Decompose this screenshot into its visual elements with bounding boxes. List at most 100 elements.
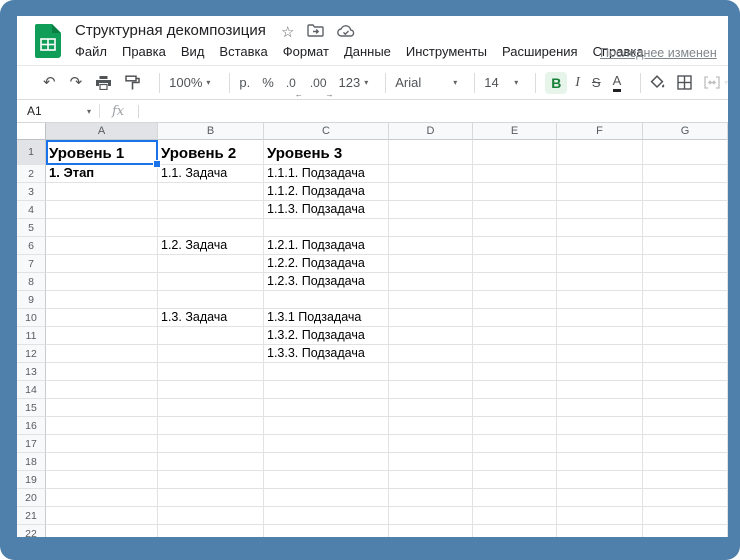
cell-E18[interactable] bbox=[473, 453, 557, 471]
cell-F1[interactable] bbox=[557, 140, 643, 165]
cell-E8[interactable] bbox=[473, 273, 557, 291]
cell-B4[interactable] bbox=[158, 201, 264, 219]
row-header-7[interactable]: 7 bbox=[17, 255, 46, 273]
menu-view[interactable]: Вид bbox=[181, 44, 205, 59]
cell-G6[interactable] bbox=[643, 237, 728, 255]
cell-G20[interactable] bbox=[643, 489, 728, 507]
print-button[interactable] bbox=[96, 71, 111, 95]
cell-A18[interactable] bbox=[46, 453, 158, 471]
cell-A15[interactable] bbox=[46, 399, 158, 417]
cell-B18[interactable] bbox=[158, 453, 264, 471]
cell-F12[interactable] bbox=[557, 345, 643, 363]
cell-D21[interactable] bbox=[389, 507, 473, 525]
cell-G15[interactable] bbox=[643, 399, 728, 417]
cell-E11[interactable] bbox=[473, 327, 557, 345]
bold-button[interactable]: B bbox=[545, 72, 567, 94]
menu-file[interactable]: Файл bbox=[75, 44, 107, 59]
cell-D20[interactable] bbox=[389, 489, 473, 507]
cell-D16[interactable] bbox=[389, 417, 473, 435]
cell-A16[interactable] bbox=[46, 417, 158, 435]
cell-D3[interactable] bbox=[389, 183, 473, 201]
cell-C10[interactable]: 1.3.1 Подзадача bbox=[264, 309, 389, 327]
cell-D8[interactable] bbox=[389, 273, 473, 291]
cell-G11[interactable] bbox=[643, 327, 728, 345]
cell-A13[interactable] bbox=[46, 363, 158, 381]
cell-C20[interactable] bbox=[264, 489, 389, 507]
name-box[interactable]: A1 ▾ bbox=[17, 100, 99, 122]
cell-G10[interactable] bbox=[643, 309, 728, 327]
fill-color-button[interactable] bbox=[650, 71, 665, 95]
row-header-11[interactable]: 11 bbox=[17, 327, 46, 345]
cell-B5[interactable] bbox=[158, 219, 264, 237]
cell-G4[interactable] bbox=[643, 201, 728, 219]
cell-G8[interactable] bbox=[643, 273, 728, 291]
cell-E7[interactable] bbox=[473, 255, 557, 273]
column-header-G[interactable]: G bbox=[643, 123, 728, 140]
cell-E22[interactable] bbox=[473, 525, 557, 537]
cell-E10[interactable] bbox=[473, 309, 557, 327]
cell-A4[interactable] bbox=[46, 201, 158, 219]
cell-D5[interactable] bbox=[389, 219, 473, 237]
cell-D4[interactable] bbox=[389, 201, 473, 219]
cell-F10[interactable] bbox=[557, 309, 643, 327]
cell-B16[interactable] bbox=[158, 417, 264, 435]
cell-A6[interactable] bbox=[46, 237, 158, 255]
cell-A9[interactable] bbox=[46, 291, 158, 309]
cell-D18[interactable] bbox=[389, 453, 473, 471]
cell-A14[interactable] bbox=[46, 381, 158, 399]
cell-A17[interactable] bbox=[46, 435, 158, 453]
cell-G16[interactable] bbox=[643, 417, 728, 435]
increase-decimal-button[interactable]: .00→ bbox=[310, 71, 327, 95]
cell-C15[interactable] bbox=[264, 399, 389, 417]
cell-F7[interactable] bbox=[557, 255, 643, 273]
cell-A20[interactable] bbox=[46, 489, 158, 507]
cell-B10[interactable]: 1.3. Задача bbox=[158, 309, 264, 327]
cell-C22[interactable] bbox=[264, 525, 389, 537]
cell-A21[interactable] bbox=[46, 507, 158, 525]
cell-G17[interactable] bbox=[643, 435, 728, 453]
row-header-20[interactable]: 20 bbox=[17, 489, 46, 507]
more-formats-button[interactable]: 123▾ bbox=[339, 71, 369, 95]
cell-E19[interactable] bbox=[473, 471, 557, 489]
cell-E2[interactable] bbox=[473, 165, 557, 183]
cell-F14[interactable] bbox=[557, 381, 643, 399]
row-header-13[interactable]: 13 bbox=[17, 363, 46, 381]
cell-E14[interactable] bbox=[473, 381, 557, 399]
cell-G21[interactable] bbox=[643, 507, 728, 525]
cell-G7[interactable] bbox=[643, 255, 728, 273]
cell-A1[interactable]: Уровень 1 bbox=[46, 140, 158, 165]
row-header-8[interactable]: 8 bbox=[17, 273, 46, 291]
cell-F20[interactable] bbox=[557, 489, 643, 507]
cell-F16[interactable] bbox=[557, 417, 643, 435]
cell-C4[interactable]: 1.1.3. Подзадача bbox=[264, 201, 389, 219]
cell-E3[interactable] bbox=[473, 183, 557, 201]
cell-A12[interactable] bbox=[46, 345, 158, 363]
cell-B11[interactable] bbox=[158, 327, 264, 345]
last-edit-link[interactable]: Последнее изменен bbox=[600, 46, 717, 60]
cell-G9[interactable] bbox=[643, 291, 728, 309]
row-header-15[interactable]: 15 bbox=[17, 399, 46, 417]
cell-D1[interactable] bbox=[389, 140, 473, 165]
select-all-corner[interactable] bbox=[17, 123, 46, 140]
cell-B3[interactable] bbox=[158, 183, 264, 201]
cell-G1[interactable] bbox=[643, 140, 728, 165]
cell-B2[interactable]: 1.1. Задача bbox=[158, 165, 264, 183]
row-header-3[interactable]: 3 bbox=[17, 183, 46, 201]
cell-B21[interactable] bbox=[158, 507, 264, 525]
menu-insert[interactable]: Вставка bbox=[219, 44, 267, 59]
menu-edit[interactable]: Правка bbox=[122, 44, 166, 59]
cell-F3[interactable] bbox=[557, 183, 643, 201]
cell-G5[interactable] bbox=[643, 219, 728, 237]
cell-C8[interactable]: 1.2.3. Подзадача bbox=[264, 273, 389, 291]
cell-E20[interactable] bbox=[473, 489, 557, 507]
cell-G14[interactable] bbox=[643, 381, 728, 399]
menu-extensions[interactable]: Расширения bbox=[502, 44, 578, 59]
cell-E12[interactable] bbox=[473, 345, 557, 363]
cell-A7[interactable] bbox=[46, 255, 158, 273]
cell-D17[interactable] bbox=[389, 435, 473, 453]
cell-B20[interactable] bbox=[158, 489, 264, 507]
cell-E21[interactable] bbox=[473, 507, 557, 525]
cell-E13[interactable] bbox=[473, 363, 557, 381]
row-header-5[interactable]: 5 bbox=[17, 219, 46, 237]
cell-B9[interactable] bbox=[158, 291, 264, 309]
